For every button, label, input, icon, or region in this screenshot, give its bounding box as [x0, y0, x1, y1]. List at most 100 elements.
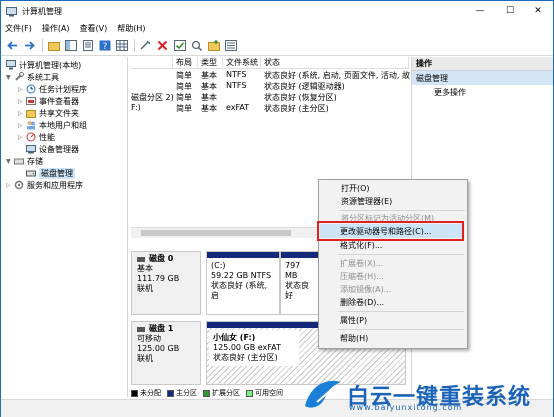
search-icon[interactable] — [189, 38, 204, 53]
column-header-filesystem[interactable]: 文件系统 — [223, 57, 261, 69]
chevron-right-icon[interactable]: ▷ — [6, 182, 14, 189]
properties-sheet-icon[interactable] — [80, 38, 95, 53]
table-row[interactable]: 磁盘分区 2) 简单 基本 状态良好 (恢复分区) — [131, 92, 409, 103]
tree-item-performance[interactable]: ▷ 性能 — [18, 131, 55, 143]
disk-0-label[interactable]: 磁盘 0 基本 111.79 GB 联机 — [131, 251, 201, 315]
help-icon[interactable]: ? — [97, 38, 112, 53]
chevron-right-icon[interactable]: ▷ — [18, 134, 26, 141]
menu-item-extend[interactable]: 扩展卷(X)... — [340, 257, 383, 270]
menu-separator — [338, 311, 464, 312]
table-row[interactable]: F:) 简单 基本 exFAT 状态良好 (主分区) — [131, 103, 409, 114]
close-button[interactable]: ✕ — [523, 1, 553, 21]
checkmark-icon[interactable] — [172, 38, 187, 53]
tree-item-storage[interactable]: ▼ 存储 — [6, 155, 43, 167]
up-folder-icon[interactable] — [46, 38, 61, 53]
disk-1-label[interactable]: 磁盘 1 可移动 125.00 GB 联机 — [131, 321, 201, 385]
menu-view[interactable]: 查看(V) — [80, 23, 108, 34]
column-header-layout[interactable]: 布局 — [173, 57, 198, 69]
menu-action[interactable]: 操作(A) — [42, 23, 70, 34]
tree-item-system-tools[interactable]: ▼ 系统工具 — [6, 71, 59, 83]
menu-item-explore[interactable]: 资源管理器(E) — [341, 195, 392, 208]
tree-item-device-manager[interactable]: 设备管理器 — [26, 143, 79, 155]
table-row[interactable]: 简单 基本 NTFS 状态良好 (逻辑驱动器) — [131, 81, 409, 92]
show-tree-icon[interactable] — [63, 38, 78, 53]
menu-item-add-mirror[interactable]: 添加镜像(A)... — [340, 283, 391, 296]
menu-item-shrink[interactable]: 压缩卷(H)... — [340, 270, 384, 283]
users-icon — [26, 120, 36, 130]
legend-swatch — [246, 389, 253, 397]
list-view-icon[interactable] — [223, 38, 238, 53]
connect-icon[interactable] — [138, 38, 153, 53]
column-header-type[interactable]: 类型 — [198, 57, 223, 69]
tree-item-disk-management[interactable]: 磁盘管理 — [26, 167, 75, 179]
more-actions-link[interactable]: 更多操作 — [412, 85, 553, 99]
actions-header: 操作 — [412, 57, 553, 71]
new-folder-icon[interactable] — [206, 38, 221, 53]
menu-bar: 文件(F) 操作(A) 查看(V) 帮助(H) — [1, 21, 553, 36]
forward-arrow-icon[interactable] — [22, 38, 37, 53]
performance-icon — [26, 132, 36, 142]
legend-item: 未分配 — [131, 388, 161, 398]
menu-item-format[interactable]: 格式化(F)... — [340, 239, 382, 252]
legend-item: 扩展分区 — [203, 388, 240, 398]
menu-item-properties[interactable]: 属性(P) — [340, 314, 367, 327]
disk-management-icon — [26, 168, 36, 178]
bird-logo-icon — [301, 376, 343, 414]
legend-swatch — [131, 389, 138, 397]
services-icon — [14, 180, 24, 190]
highlight-box — [317, 221, 464, 241]
legend-item: 主分区 — [167, 388, 197, 398]
tree-item-shared-folders[interactable]: ▷ 共享文件夹 — [18, 107, 79, 119]
menu-separator — [338, 254, 464, 255]
chevron-right-icon[interactable]: ▷ — [18, 98, 26, 105]
disk-icon — [137, 326, 145, 332]
actions-section-disk-management[interactable]: 磁盘管理 — [412, 71, 553, 85]
tree-item-root[interactable]: 计算机管理(本地) — [6, 59, 81, 71]
menu-file[interactable]: 文件(F) — [5, 23, 32, 34]
tree-item-task-scheduler[interactable]: ▷ 任务计划程序 — [18, 83, 87, 95]
chevron-right-icon[interactable]: ▷ — [18, 110, 26, 117]
toolbar-divider — [134, 39, 135, 52]
storage-icon — [14, 156, 24, 166]
chevron-right-icon[interactable]: ▷ — [18, 86, 26, 93]
chevron-right-icon[interactable]: ▷ — [18, 122, 26, 129]
menu-help[interactable]: 帮助(H) — [117, 23, 145, 34]
menu-separator — [339, 210, 465, 211]
window-title: 计算机管理 — [22, 6, 62, 16]
minimize-button[interactable]: — — [465, 1, 495, 21]
scrollbar-thumb[interactable] — [141, 230, 291, 236]
chevron-down-icon[interactable]: ▼ — [6, 74, 14, 81]
tree-item-event-viewer[interactable]: ▷ 事件查看器 — [18, 95, 79, 107]
partition-recovery[interactable]: 797 MB 状态良好 — [280, 251, 320, 315]
navigation-tree: 计算机管理(本地) ▼ 系统工具 ▷ 任务计划程序 ▷ 事件查看器 ▷ 共享文件… — [4, 57, 128, 397]
computer-management-window: 计算机管理 — ☐ ✕ 文件(F) 操作(A) 查看(V) 帮助(H) ? 计算… — [0, 0, 554, 417]
column-header-volume[interactable] — [131, 57, 173, 69]
legend-swatch — [167, 389, 174, 397]
watermark-url: www.baiyunxitong.com — [349, 403, 463, 412]
partition-c[interactable]: (C:) 59.22 GB NTFS 状态良好 (系统, 启 — [206, 251, 280, 315]
tools-icon — [14, 72, 24, 82]
shared-folder-icon — [26, 108, 36, 118]
disk-icon — [137, 256, 145, 262]
tree-item-local-users[interactable]: ▷ 本地用户和组 — [18, 119, 87, 131]
legend-item: 可用空间 — [246, 388, 283, 398]
legend-swatch — [203, 389, 210, 397]
menu-item-delete[interactable]: 删除卷(D)... — [340, 296, 384, 309]
tree-item-services-apps[interactable]: ▷ 服务和应用程序 — [6, 179, 83, 191]
computer-management-icon — [6, 6, 17, 17]
watermark: 白云一键重装系统 www.baiyunxitong.com — [301, 374, 551, 416]
toolbar-divider — [42, 39, 43, 52]
menu-item-help[interactable]: 帮助(H) — [340, 332, 368, 345]
device-manager-icon — [26, 144, 36, 154]
chevron-down-icon[interactable]: ▼ — [6, 158, 14, 165]
maximize-button[interactable]: ☐ — [495, 1, 525, 21]
event-viewer-icon — [26, 96, 36, 106]
back-arrow-icon[interactable] — [5, 38, 20, 53]
column-header-status[interactable]: 状态 — [261, 57, 409, 69]
menu-item-open[interactable]: 打开(O) — [341, 182, 370, 195]
menu-separator — [338, 329, 464, 330]
grid-view-icon[interactable] — [114, 38, 129, 53]
delete-icon[interactable] — [155, 38, 170, 53]
table-row[interactable]: 简单 基本 NTFS 状态良好 (系统, 启动, 页面文件, 活动, 故 — [131, 70, 410, 81]
toolbar: ? — [1, 36, 553, 56]
